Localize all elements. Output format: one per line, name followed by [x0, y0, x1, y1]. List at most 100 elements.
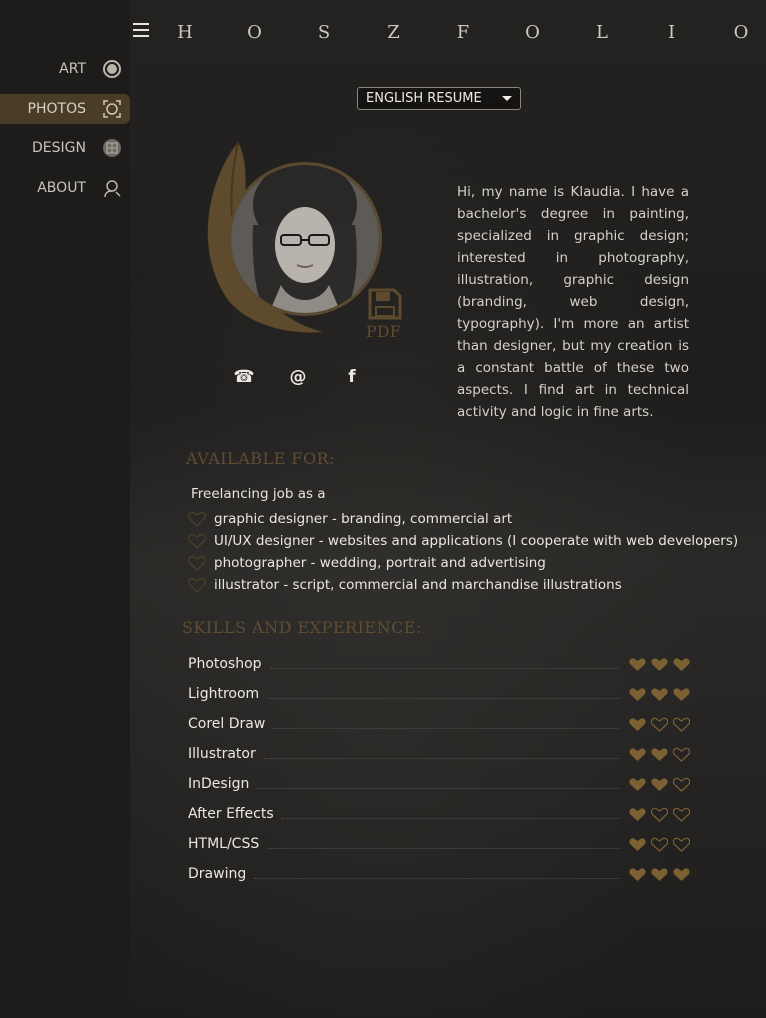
floppy-disk-icon [368, 288, 402, 320]
list-item-text: graphic designer - branding, commercial … [214, 511, 513, 527]
skills-title: SKILLS AND EXPERIENCE: [182, 618, 422, 637]
brand-title: H O S Z F O L I O [168, 18, 758, 46]
list-item: illustrator - script, commercial and mar… [188, 574, 738, 596]
available-intro: Freelancing job as a [191, 486, 326, 502]
list-item: photographer - wedding, portrait and adv… [188, 552, 738, 574]
heart-filled-icon [651, 777, 668, 791]
chevron-down-icon [502, 96, 512, 101]
heart-outline-icon [673, 777, 690, 792]
resume-language-value: ENGLISH RESUME [366, 91, 482, 106]
nav-item-design[interactable]: DESIGN [0, 133, 130, 163]
heart-filled-icon [629, 747, 646, 761]
nav-item-label: ART [59, 61, 86, 77]
skill-name: InDesign [188, 776, 250, 792]
skill-row: Photoshop [188, 649, 690, 679]
nav-item-about[interactable]: ABOUT [0, 173, 130, 203]
email-icon[interactable]: @ [287, 367, 309, 387]
dotted-leader [267, 847, 620, 849]
camera-frame-icon [102, 99, 122, 119]
skill-name: Corel Draw [188, 716, 266, 732]
brand-letter: O [733, 21, 749, 43]
heart-filled-icon [673, 657, 690, 671]
brand-letter: O [525, 21, 540, 43]
heart-outline-icon [651, 807, 668, 822]
list-item-text: UI/UX designer - websites and applicatio… [214, 533, 739, 549]
heart-filled-icon [629, 777, 646, 791]
heart-filled-icon [673, 867, 690, 881]
skill-rating [628, 777, 690, 792]
skill-name: Lightroom [188, 686, 260, 702]
dotted-leader [267, 697, 620, 699]
heart-filled-icon [673, 687, 690, 701]
profile-portrait-area: PDF [198, 140, 408, 350]
skill-name: HTML/CSS [188, 836, 260, 852]
heart-outline-icon [673, 717, 690, 732]
heart-filled-icon [629, 867, 646, 881]
dotted-leader [273, 727, 620, 729]
list-item-text: photographer - wedding, portrait and adv… [214, 555, 546, 571]
heart-outline-icon [651, 837, 668, 852]
nav-item-label: PHOTOS [27, 101, 86, 117]
skill-name: Drawing [188, 866, 247, 882]
profile-photo [228, 162, 382, 316]
circle-target-icon [102, 59, 122, 79]
list-item: graphic designer - branding, commercial … [188, 508, 738, 530]
skill-row: Lightroom [188, 679, 690, 709]
heart-filled-icon [629, 717, 646, 731]
heart-outline-icon [673, 837, 690, 852]
contact-links: ☎ @ f [233, 362, 363, 392]
resume-language-select[interactable]: ENGLISH RESUME [357, 87, 521, 110]
skill-name: After Effects [188, 806, 274, 822]
brand-letter: O [247, 21, 262, 43]
skill-row: Drawing [188, 859, 690, 889]
skill-rating [628, 687, 690, 702]
skill-rating [628, 747, 690, 762]
facebook-icon[interactable]: f [341, 367, 363, 387]
heart-filled-icon [629, 807, 646, 821]
dotted-leader [263, 757, 620, 759]
nav-item-art[interactable]: ART [0, 54, 130, 84]
person-search-icon [102, 178, 122, 198]
menu-icon[interactable] [133, 23, 149, 37]
bio-text: Hi, my name is Klaudia. I have a bachelo… [457, 184, 689, 420]
skills-list: Photoshop Lightroom Corel Draw Illustrator I… [188, 649, 690, 889]
skill-row: InDesign [188, 769, 690, 799]
skill-rating [628, 807, 690, 822]
dotted-leader [281, 817, 620, 819]
skill-rating [628, 657, 690, 672]
phone-icon[interactable]: ☎ [233, 367, 255, 387]
skill-rating [628, 867, 690, 882]
brand-letter: L [596, 21, 608, 43]
brand-letter: S [317, 21, 331, 43]
brand-letter: F [456, 21, 470, 43]
pdf-download-button[interactable]: PDF [366, 288, 406, 344]
skill-rating [628, 717, 690, 732]
skill-row: After Effects [188, 799, 690, 829]
design-grid-icon [102, 138, 122, 158]
heart-outline-icon [673, 747, 690, 762]
dotted-leader [269, 667, 620, 669]
skill-name: Photoshop [188, 656, 262, 672]
heart-outline-icon [188, 511, 208, 527]
heart-filled-icon [651, 657, 668, 671]
heart-outline-icon [188, 577, 208, 593]
heart-filled-icon [629, 657, 646, 671]
available-list: graphic designer - branding, commercial … [188, 508, 738, 596]
list-item: UI/UX designer - websites and applicatio… [188, 530, 738, 552]
nav-item-photos[interactable]: PHOTOS [0, 94, 130, 124]
heart-filled-icon [651, 867, 668, 881]
list-item-text: illustrator - script, commercial and mar… [214, 577, 622, 593]
brand-letter: Z [387, 21, 400, 43]
skill-row: HTML/CSS [188, 829, 690, 859]
dotted-leader [257, 787, 620, 789]
skill-row: Corel Draw [188, 709, 690, 739]
heart-filled-icon [651, 747, 668, 761]
skill-name: Illustrator [188, 746, 256, 762]
dotted-leader [254, 877, 620, 879]
pdf-label: PDF [366, 322, 401, 341]
heart-outline-icon [188, 555, 208, 571]
heart-filled-icon [629, 687, 646, 701]
heart-outline-icon [651, 717, 668, 732]
heart-filled-icon [629, 837, 646, 851]
heart-outline-icon [673, 807, 690, 822]
